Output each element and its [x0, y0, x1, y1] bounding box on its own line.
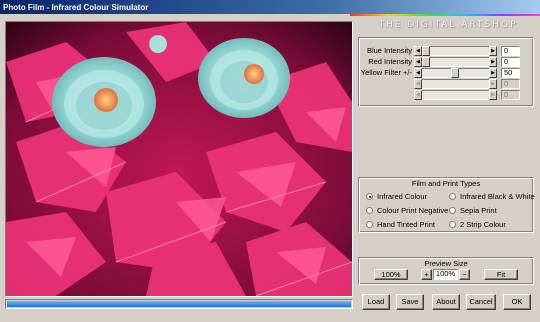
slider-row: ◀ ▶ 0: [362, 79, 534, 89]
radio-label: Colour Print Negative: [377, 206, 449, 215]
arrow-left-icon: ◀: [414, 90, 422, 100]
slider-track[interactable]: ◀ ▶: [414, 46, 497, 56]
slider-track[interactable]: ◀ ▶: [414, 57, 497, 67]
slider-value-field[interactable]: 0: [501, 46, 520, 56]
radio-label: Sepia Print: [460, 206, 497, 215]
slider-row: Blue Intensity ◀ ▶ 0: [362, 46, 534, 56]
radio-colour-negative[interactable]: Colour Print Negative: [366, 206, 448, 215]
slider-track[interactable]: ◀ ▶: [414, 68, 497, 78]
radio-label: Hand Tinted Print: [377, 220, 435, 229]
brand-logo: THE DIGITAL ARTSHOP: [378, 20, 518, 30]
preview-reset-button[interactable]: 100%: [374, 269, 408, 280]
flower-bud: [149, 35, 167, 53]
radio-button-icon: [366, 221, 373, 228]
flower-right: [198, 38, 290, 118]
slider-thumb[interactable]: [422, 57, 430, 67]
slider-track: ◀ ▶: [414, 79, 497, 89]
radio-button-icon: [449, 193, 456, 200]
radio-button-icon: [366, 193, 373, 200]
photo-preview[interactable]: [5, 21, 353, 297]
preview-size-field[interactable]: 100%: [433, 269, 458, 280]
radio-infrared-colour[interactable]: Infrared Colour: [366, 192, 427, 201]
slider-value-field: 0: [501, 90, 520, 100]
arrow-left-icon[interactable]: ◀: [414, 68, 422, 78]
slider-row: Red Intensity ◀ ▶ 0: [362, 57, 534, 67]
fit-button[interactable]: Fit: [484, 269, 518, 280]
slider-label: Red Intensity: [368, 57, 412, 66]
zoom-out-button[interactable]: −: [459, 269, 470, 280]
slider-row: ◀ ▶ 0: [362, 90, 534, 100]
arrow-right-icon[interactable]: ▶: [489, 68, 497, 78]
radio-sepia-print[interactable]: Sepia Print: [449, 206, 497, 215]
slider-thumb[interactable]: [422, 46, 430, 56]
arrow-right-icon[interactable]: ▶: [489, 57, 497, 67]
window-title: Photo Film - Infrared Colour Simulator: [3, 2, 149, 12]
radio-2-strip[interactable]: 2 Strip Colour: [449, 220, 506, 229]
radio-button-icon: [449, 207, 456, 214]
slider-track: ◀ ▶: [414, 90, 497, 100]
radio-infrared-bw[interactable]: Infrared Black & White: [449, 192, 535, 201]
arrow-right-icon: ▶: [489, 90, 497, 100]
arrow-left-icon[interactable]: ◀: [414, 57, 422, 67]
slider-value-field[interactable]: 50: [501, 68, 520, 78]
arrow-right-icon[interactable]: ▶: [489, 46, 497, 56]
save-button[interactable]: Save: [396, 294, 424, 310]
infrared-photo: [6, 22, 352, 296]
load-button[interactable]: Load: [362, 294, 390, 310]
cancel-button[interactable]: Cancel: [466, 294, 496, 310]
slider-row: Yellow Filter +/- ◀ ▶ 50: [360, 68, 534, 78]
radio-hand-tinted[interactable]: Hand Tinted Print: [366, 220, 435, 229]
radio-button-icon: [449, 221, 456, 228]
zoom-in-button[interactable]: +: [421, 269, 432, 280]
progress-bar: [5, 299, 353, 309]
slider-label: Blue Intensity: [366, 46, 412, 55]
app-window: Photo Film - Infrared Colour Simulator T…: [0, 0, 540, 322]
arrow-left-icon[interactable]: ◀: [414, 46, 422, 56]
radio-label: Infrared Colour: [377, 192, 428, 201]
arrow-right-icon: ▶: [489, 79, 497, 89]
radio-button-icon: [366, 207, 373, 214]
about-button[interactable]: About: [432, 294, 460, 310]
rainbow-stripe: [350, 14, 540, 16]
title-bar[interactable]: Photo Film - Infrared Colour Simulator: [0, 0, 540, 14]
flower-left: [52, 57, 156, 147]
slider-value-field[interactable]: 0: [501, 57, 520, 67]
radio-label: 2 Strip Colour: [460, 220, 506, 229]
slider-label: Yellow Filter +/-: [360, 68, 412, 77]
progress-fill: [7, 301, 351, 307]
ok-button[interactable]: OK: [503, 294, 531, 310]
preview-size-title: Preview Size: [424, 259, 468, 268]
radio-label: Infrared Black & White: [460, 192, 535, 201]
film-types-title: Film and Print Types: [411, 179, 481, 188]
arrow-left-icon: ◀: [414, 79, 422, 89]
slider-thumb[interactable]: [451, 68, 459, 78]
slider-value-field: 0: [501, 79, 520, 89]
